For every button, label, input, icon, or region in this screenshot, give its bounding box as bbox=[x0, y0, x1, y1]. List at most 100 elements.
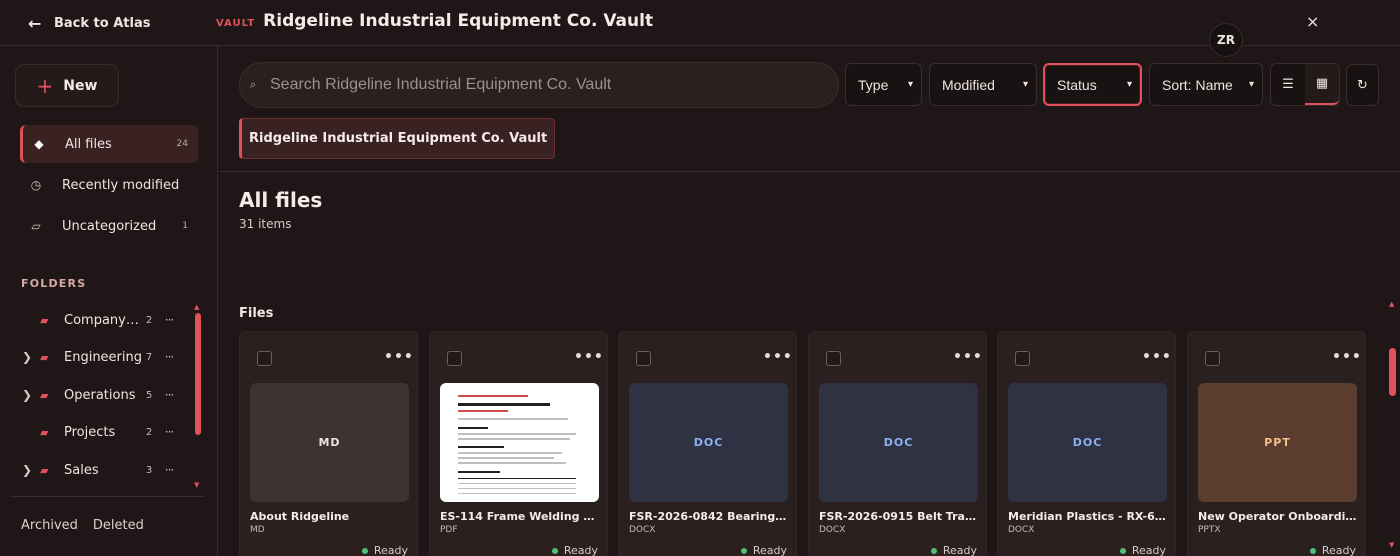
folder-item-engineering[interactable]: ❯ ▰ Engineering 7 ··· bbox=[0, 340, 190, 374]
chevron-right-icon[interactable]: ❯ bbox=[0, 350, 40, 364]
more-icon[interactable]: ••• bbox=[384, 349, 414, 365]
avatar[interactable]: ZR bbox=[1209, 23, 1243, 57]
file-card[interactable]: ••• ES-114 Frame Welding and Torque Spec… bbox=[429, 331, 608, 556]
sidebar-item-recently-modified[interactable]: ◷ Recently modified bbox=[20, 166, 198, 204]
more-icon[interactable]: ··· bbox=[156, 463, 182, 477]
folder-item-operations[interactable]: ❯ ▰ Operations 5 ··· bbox=[0, 378, 190, 412]
status-text: Ready bbox=[563, 544, 598, 556]
folder-item-sales[interactable]: ❯ ▰ Sales 3 ··· bbox=[0, 453, 190, 487]
folder-count: 3 bbox=[145, 464, 153, 476]
status-badge: Ready bbox=[740, 544, 787, 556]
search-bar[interactable]: ⌕ bbox=[239, 62, 839, 108]
vault-tag: VAULT bbox=[216, 18, 256, 29]
folder-count: 2 bbox=[145, 314, 153, 326]
folder-icon: ▰ bbox=[40, 425, 49, 439]
sidebar-item-all-files[interactable]: ◆ All files 24 bbox=[20, 125, 198, 163]
select-checkbox[interactable] bbox=[257, 351, 272, 366]
more-icon[interactable]: ··· bbox=[156, 388, 182, 402]
file-name: New Operator Onboarding - Deck bbox=[1198, 510, 1358, 523]
status-filter-select[interactable]: Status ▾ bbox=[1043, 63, 1142, 106]
file-type: DOCX bbox=[819, 525, 846, 535]
file-type: MD bbox=[250, 525, 265, 535]
more-icon[interactable]: ••• bbox=[953, 349, 983, 365]
more-icon[interactable]: ••• bbox=[1142, 349, 1172, 365]
search-icon: ⌕ bbox=[250, 78, 257, 91]
folder-label: Company ... bbox=[64, 312, 142, 328]
scrollbar-thumb[interactable] bbox=[1389, 348, 1396, 396]
sidebar-item-uncategorized[interactable]: ▱ Uncategorized 1 bbox=[20, 207, 198, 245]
more-icon[interactable]: ··· bbox=[156, 313, 182, 327]
file-thumbnail: PPT bbox=[1198, 383, 1357, 502]
file-card[interactable]: ••• PPT New Operator Onboarding - Deck P… bbox=[1187, 331, 1366, 556]
scrollbar-thumb[interactable] bbox=[195, 313, 201, 435]
more-icon[interactable]: ··· bbox=[156, 350, 182, 364]
scroll-down-icon[interactable]: ▼ bbox=[1389, 541, 1394, 549]
file-thumbnail: DOC bbox=[819, 383, 978, 502]
select-checkbox[interactable] bbox=[826, 351, 841, 366]
folder-icon: ▰ bbox=[40, 463, 49, 477]
more-icon[interactable]: ••• bbox=[574, 349, 604, 365]
sidebar-item-label: Uncategorized bbox=[62, 218, 157, 234]
modified-filter-select[interactable]: Modified ▾ bbox=[929, 63, 1037, 106]
folder-list: ▰ Company ... 2 ··· ❯ ▰ Engineering 7 ··… bbox=[0, 301, 200, 491]
folder-item-company[interactable]: ▰ Company ... 2 ··· bbox=[0, 303, 190, 337]
scroll-up-icon[interactable]: ▲ bbox=[194, 303, 199, 311]
folder-count: 7 bbox=[145, 351, 153, 363]
close-icon[interactable]: × bbox=[1306, 12, 1319, 31]
file-card[interactable]: ••• MD About Ridgeline MD Ready bbox=[239, 331, 418, 556]
file-card[interactable]: ••• DOC FSR-2026-0842 Bearing Failure Re… bbox=[618, 331, 797, 556]
select-checkbox[interactable] bbox=[447, 351, 462, 366]
type-filter-select[interactable]: Type ▾ bbox=[845, 63, 922, 106]
arrow-left-icon: ← bbox=[28, 14, 42, 33]
more-icon[interactable]: ••• bbox=[763, 349, 793, 365]
main-scrollbar[interactable]: ▲ ▼ bbox=[1388, 300, 1398, 556]
list-view-icon[interactable]: ☰ bbox=[1271, 64, 1305, 105]
file-type: PDF bbox=[440, 525, 458, 535]
header-divider bbox=[219, 171, 1400, 172]
status-badge: Ready bbox=[361, 544, 408, 556]
file-name: FSR-2026-0915 Belt Tracking Report bbox=[819, 510, 979, 523]
chevron-down-icon: ▾ bbox=[1022, 79, 1028, 90]
sidebar-item-label: Recently modified bbox=[62, 177, 180, 193]
view-toggle: ☰ ▦ bbox=[1270, 63, 1340, 106]
deleted-link[interactable]: Deleted bbox=[93, 518, 144, 533]
back-to-atlas-link[interactable]: ← Back to Atlas bbox=[28, 14, 150, 33]
folder-label: Operations bbox=[64, 387, 136, 403]
file-thumbnail bbox=[440, 383, 599, 502]
sidebar-scrollbar[interactable]: ▲ ▼ bbox=[194, 303, 201, 493]
status-badge: Ready bbox=[1309, 544, 1356, 556]
refresh-icon[interactable]: ↻ bbox=[1346, 64, 1379, 106]
status-text: Ready bbox=[1131, 544, 1166, 556]
breadcrumb[interactable]: Ridgeline Industrial Equipment Co. Vault bbox=[239, 118, 556, 159]
chevron-down-icon: ▾ bbox=[1248, 79, 1254, 90]
status-dot-icon bbox=[740, 547, 747, 554]
diamond-icon: ◆ bbox=[34, 137, 44, 151]
page-title: All files bbox=[239, 188, 323, 212]
folder-item-projects[interactable]: ▰ Projects 2 ··· bbox=[0, 415, 190, 449]
archived-link[interactable]: Archived bbox=[21, 518, 78, 533]
new-button[interactable]: + New bbox=[15, 64, 119, 107]
sort-select[interactable]: Sort: Name ▾ bbox=[1149, 63, 1263, 106]
folder-count: 5 bbox=[145, 389, 153, 401]
status-badge: Ready bbox=[930, 544, 977, 556]
select-checkbox[interactable] bbox=[1205, 351, 1220, 366]
more-icon[interactable]: ··· bbox=[156, 425, 182, 439]
folders-heading: FOLDERS bbox=[21, 277, 87, 290]
file-type: DOCX bbox=[1008, 525, 1035, 535]
chevron-right-icon[interactable]: ❯ bbox=[0, 388, 40, 402]
file-type: DOCX bbox=[629, 525, 656, 535]
status-text: Ready bbox=[942, 544, 977, 556]
select-checkbox[interactable] bbox=[1015, 351, 1030, 366]
scroll-up-icon[interactable]: ▲ bbox=[1389, 300, 1394, 308]
chevron-right-icon[interactable]: ❯ bbox=[0, 463, 40, 477]
folder-icon: ▰ bbox=[40, 350, 49, 364]
grid-view-icon[interactable]: ▦ bbox=[1305, 64, 1339, 105]
file-card[interactable]: ••• DOC FSR-2026-0915 Belt Tracking Repo… bbox=[808, 331, 987, 556]
item-count: 31 items bbox=[239, 217, 292, 231]
scroll-down-icon[interactable]: ▼ bbox=[194, 481, 199, 489]
search-input[interactable] bbox=[270, 76, 810, 94]
file-card[interactable]: ••• DOC Meridian Plastics - RX-620 Commi… bbox=[997, 331, 1176, 556]
tag-icon: ▱ bbox=[31, 219, 41, 233]
more-icon[interactable]: ••• bbox=[1332, 349, 1362, 365]
select-checkbox[interactable] bbox=[636, 351, 651, 366]
